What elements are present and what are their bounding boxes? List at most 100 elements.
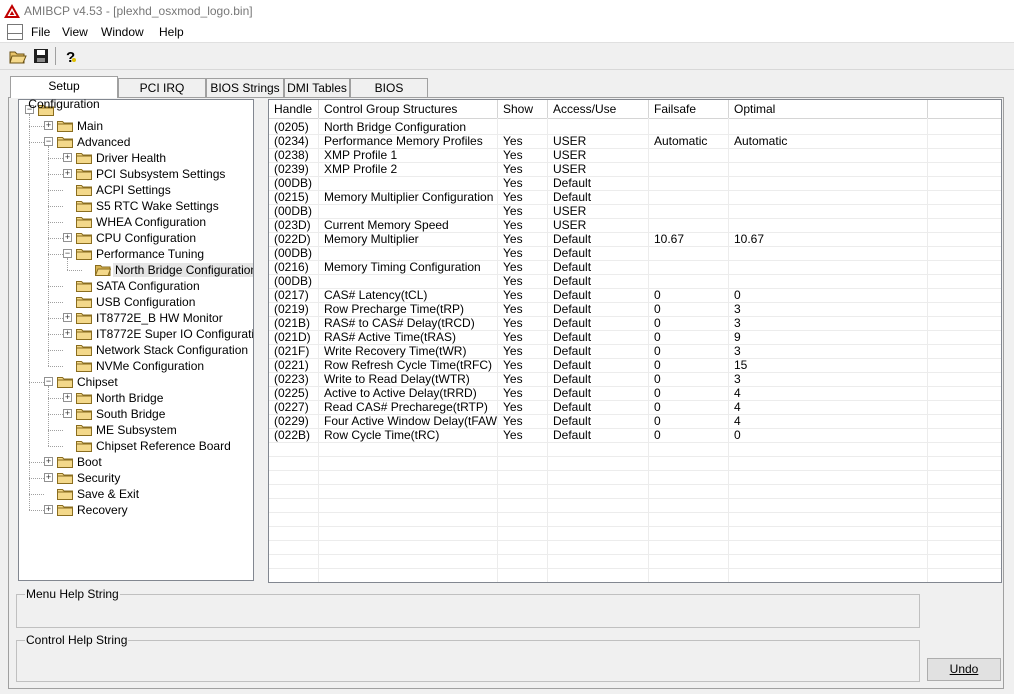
expand-icon[interactable]: + (63, 153, 72, 162)
menu-help[interactable]: Help (159, 25, 184, 39)
col-control-group-header[interactable]: Control Group Structures (319, 100, 498, 118)
table-row[interactable]: (0223) Write to Read Delay(tWTR) Yes Defaul… (269, 372, 1001, 386)
tree-item[interactable]: − Advanced (19, 134, 253, 150)
table-row[interactable]: (0225) Active to Active Delay(tRRD) Yes Def… (269, 386, 1001, 400)
tab-dmi-tables[interactable]: DMI Tables (284, 78, 350, 97)
col-access-header[interactable]: Access/Use (548, 100, 649, 118)
collapse-icon[interactable]: − (44, 377, 53, 386)
tree-item[interactable]: Save & Exit (19, 486, 253, 502)
table-row[interactable]: (022B) Row Cycle Time(tRC) Yes Default 0 0 (269, 428, 1001, 442)
tree-item[interactable]: + Main (19, 118, 253, 134)
tree-item[interactable]: ME Subsystem (19, 422, 253, 438)
tab-bios-features[interactable]: BIOS Features (350, 78, 428, 113)
control-table[interactable]: Handle Control Group Structures Show Access… (268, 99, 1002, 583)
menu-bar: File View Window Help (0, 22, 1014, 43)
tab-setup-configuration[interactable]: Setup Configuration (10, 76, 118, 111)
tree-item[interactable]: S5 RTC Wake Settings (19, 198, 253, 214)
table-row[interactable]: (0239) XMP Profile 2 Yes USER (269, 162, 1001, 176)
tab-bios-strings[interactable]: BIOS Strings (206, 78, 284, 97)
expand-icon[interactable]: + (44, 121, 53, 130)
menu-view[interactable]: View (62, 25, 88, 39)
tree-item-label: Recovery (77, 503, 128, 517)
expand-icon[interactable]: + (44, 457, 53, 466)
tree-item-label: Save & Exit (77, 487, 140, 501)
table-row[interactable]: (0205) North Bridge Configuration (269, 120, 1001, 134)
table-row[interactable]: (0217) CAS# Latency(tCL) Yes Default 0 0 (269, 288, 1001, 302)
folder-icon (76, 201, 92, 212)
undo-button[interactable]: Undo (927, 658, 1001, 681)
tree-item[interactable]: − Performance Tuning (19, 246, 253, 262)
table-row[interactable]: (00DB) Yes Default (269, 246, 1001, 260)
col-handle-cell: (0229) (274, 414, 309, 428)
col-show-header[interactable]: Show (498, 100, 548, 118)
tab-pci-irq-routing[interactable]: PCI IRQ Routing (118, 78, 206, 113)
grid-line (269, 288, 1001, 289)
table-row[interactable]: (0229) Four Active Window Delay(tFAW) Yes D… (269, 414, 1001, 428)
document-icon[interactable] (7, 24, 23, 40)
tree-item[interactable]: + CPU Configuration (19, 230, 253, 246)
tree-item[interactable]: NVMe Configuration (19, 358, 253, 374)
col-show-cell: Yes (503, 302, 523, 316)
menu-window[interactable]: Window (101, 25, 144, 39)
tree-item[interactable]: + IT8772E Super IO Configuration (19, 326, 253, 342)
tree-item[interactable]: − Chipset (19, 374, 253, 390)
col-access-cell: Default (553, 302, 592, 316)
col-failsafe-header[interactable]: Failsafe (649, 100, 729, 118)
tree-item[interactable]: + Security (19, 470, 253, 486)
table-row[interactable]: (021D) RAS# Active Time(tRAS) Yes Default 0 9 (269, 330, 1001, 344)
tree-item[interactable]: + PCI Subsystem Settings (19, 166, 253, 182)
tree-item[interactable]: Chipset Reference Board (19, 438, 253, 454)
col-access-cell: Default (553, 176, 592, 190)
table-row[interactable]: (022D) Memory Multiplier Yes Default 10.67 10… (269, 232, 1001, 246)
expand-icon[interactable]: + (63, 393, 72, 402)
col-show-cell (498, 120, 548, 134)
table-row[interactable]: (021B) RAS# to CAS# Delay(tRCD) Yes Default… (269, 316, 1001, 330)
col-handle-header[interactable]: Handle (269, 100, 319, 118)
collapse-icon[interactable]: − (63, 249, 72, 258)
tree-item[interactable]: + South Bridge (19, 406, 253, 422)
table-row[interactable]: (00DB) Yes USER (269, 204, 1001, 218)
table-row[interactable]: (0215) Memory Multiplier Configuration Yes… (269, 190, 1001, 204)
expand-icon[interactable]: + (44, 473, 53, 482)
save-disk-icon[interactable] (31, 46, 51, 66)
table-row[interactable]: (00DB) Yes Default (269, 176, 1001, 190)
tree-item[interactable]: SATA Configuration (19, 278, 253, 294)
table-row[interactable]: (00DB) Yes Default (269, 274, 1001, 288)
tree-item[interactable]: + North Bridge (19, 390, 253, 406)
expand-icon[interactable]: + (63, 169, 72, 178)
tree-item[interactable]: ACPI Settings (19, 182, 253, 198)
col-show-cell: Yes (503, 400, 523, 414)
tree-item[interactable]: North Bridge Configuration (19, 262, 253, 278)
tree-item[interactable]: + Boot (19, 454, 253, 470)
col-handle-cell: (00DB) (274, 246, 313, 260)
expand-icon[interactable]: + (63, 233, 72, 242)
menu-file[interactable]: File (31, 25, 50, 39)
tree-item[interactable]: + Driver Health (19, 150, 253, 166)
col-optimal-header[interactable]: Optimal (729, 100, 928, 118)
table-row[interactable]: (023D) Current Memory Speed Yes USER (269, 218, 1001, 232)
tree-connector (48, 386, 49, 446)
expand-icon[interactable]: + (44, 505, 53, 514)
help-icon[interactable]: ? (60, 46, 80, 66)
grid-line (269, 204, 1001, 205)
table-row[interactable]: (021F) Write Recovery Time(tWR) Yes Default… (269, 344, 1001, 358)
tree-item[interactable]: WHEA Configuration (19, 214, 253, 230)
table-row[interactable]: (0238) XMP Profile 1 Yes USER (269, 148, 1001, 162)
expand-icon[interactable]: + (63, 329, 72, 338)
tree-item[interactable]: USB Configuration (19, 294, 253, 310)
table-row[interactable]: (0227) Read CAS# Precharege(tRTP) Yes Defau… (269, 400, 1001, 414)
tree-item[interactable]: + Recovery (19, 502, 253, 518)
collapse-icon[interactable]: − (44, 137, 53, 146)
table-row[interactable]: (0234) Performance Memory Profiles Yes USER… (269, 134, 1001, 148)
expand-icon[interactable]: + (63, 409, 72, 418)
expand-icon[interactable]: + (63, 313, 72, 322)
open-folder-icon[interactable] (8, 46, 28, 66)
setup-tree[interactable]: − + Main − Advanced + Driver Health + PCI Subsys… (18, 99, 254, 581)
table-row[interactable]: (0221) Row Refresh Cycle Time(tRFC) Yes Def… (269, 358, 1001, 372)
table-row[interactable]: (0216) Memory Timing Configuration Yes Defa… (269, 260, 1001, 274)
tree-item[interactable]: Network Stack Configuration (19, 342, 253, 358)
tree-connector (29, 114, 30, 510)
table-row[interactable]: (0219) Row Precharge Time(tRP) Yes Default 0… (269, 302, 1001, 316)
col-access-cell: Default (553, 344, 592, 358)
tree-item[interactable]: + IT8772E_B HW Monitor (19, 310, 253, 326)
